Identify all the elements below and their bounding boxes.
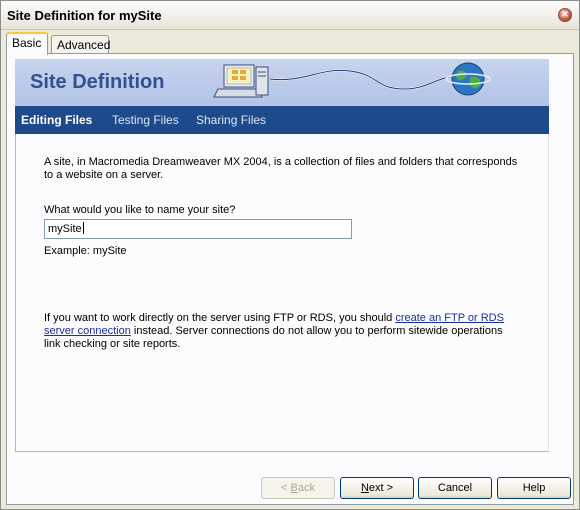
banner: Site Definition [15, 59, 549, 106]
window-title: Site Definition for mySite [7, 8, 162, 23]
ftp-note-text-1: If you want to work directly on the serv… [44, 312, 396, 324]
content-area: A site, in Macromedia Dreamweaver MX 200… [15, 134, 549, 452]
next-button[interactable]: Next > [340, 477, 414, 499]
banner-illustration [213, 62, 491, 98]
nav-bar: Editing Files Testing Files Sharing File… [15, 106, 549, 134]
site-name-example: Example: mySite [44, 245, 127, 257]
ftp-note-text-2: instead. Server connections do not allow… [130, 325, 503, 337]
cancel-button[interactable]: Cancel [418, 477, 492, 499]
ftp-note-line-1: If you want to work directly on the serv… [44, 312, 504, 325]
computer-icon [213, 64, 269, 98]
next-mnemonic: N [360, 482, 369, 494]
site-name-value: mySite [48, 223, 82, 235]
ftp-connection-link-part1[interactable]: create an FTP or RDS [395, 312, 504, 324]
globe-icon [445, 62, 491, 96]
site-name-prompt: What would you like to name your site? [44, 204, 236, 216]
nav-testing-files[interactable]: Testing Files [112, 113, 179, 127]
text-caret [82, 222, 84, 234]
site-name-input[interactable]: mySite [44, 219, 352, 239]
intro-line-1: A site, in Macromedia Dreamweaver MX 200… [44, 156, 518, 168]
back-button[interactable]: < Back [261, 477, 335, 499]
tab-advanced[interactable]: Advanced [51, 35, 110, 53]
ftp-note-line-3: link checking or site reports. [44, 338, 181, 350]
nav-sharing-files[interactable]: Sharing Files [196, 113, 266, 127]
site-definition-window: Site Definition for mySite × Basic Advan… [0, 0, 580, 510]
nav-editing-files[interactable]: Editing Files [21, 113, 92, 127]
back-prefix: < [281, 482, 291, 494]
next-rest: ext > [368, 482, 394, 494]
tab-basic[interactable]: Basic [6, 32, 48, 55]
help-button[interactable]: Help [497, 477, 571, 499]
ftp-note-line-2: server connection instead. Server connec… [44, 325, 503, 338]
basic-panel: Site Definition Editing Files Testing Fi… [6, 53, 574, 505]
close-icon: × [560, 9, 570, 20]
title-bar: Site Definition for mySite × [1, 1, 579, 30]
back-rest: ack [297, 482, 315, 494]
ftp-connection-link-part2[interactable]: server connection [44, 325, 131, 337]
close-button[interactable]: × [558, 8, 572, 22]
intro-line-2: to a website on a server. [44, 169, 164, 181]
banner-heading: Site Definition [30, 71, 165, 93]
back-mnemonic: B [290, 482, 298, 494]
